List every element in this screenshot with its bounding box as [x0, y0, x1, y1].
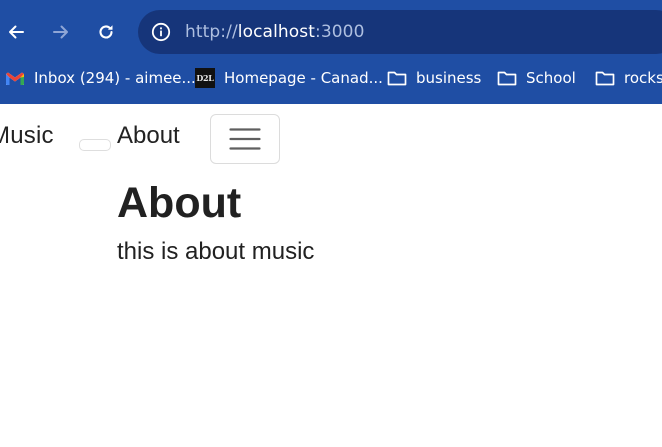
bookmark-inbox[interactable]: Inbox (294) - aimee....: [5, 67, 201, 89]
navbar-small-button[interactable]: [79, 139, 111, 151]
d2l-icon-text: D2L: [195, 68, 215, 88]
address-bar[interactable]: http://localhost:3000: [138, 10, 662, 54]
folder-icon: [387, 70, 407, 86]
reload-icon: [99, 25, 113, 39]
folder-icon: [595, 70, 615, 86]
bookmark-label: business: [416, 69, 482, 87]
navbar-brand[interactable]: Music: [0, 121, 54, 151]
forward-button[interactable]: [48, 19, 74, 45]
browser-chrome: http://localhost:3000 Inbox (294) - aime…: [0, 0, 662, 104]
url-text[interactable]: http://localhost:3000: [185, 21, 365, 43]
url-host: localhost: [237, 22, 315, 42]
main-content: About this is about music: [117, 176, 617, 267]
site-navbar: Music About: [0, 104, 662, 168]
arrow-left-icon: [9, 25, 24, 39]
info-icon[interactable]: [150, 21, 172, 43]
browser-toolbar: http://localhost:3000: [0, 0, 662, 62]
arrow-right-icon: [53, 25, 68, 39]
bookmark-rocks[interactable]: rocks: [595, 67, 662, 89]
reload-button[interactable]: [93, 19, 119, 45]
hamburger-menu-icon: [229, 128, 261, 150]
url-port: :3000: [315, 22, 365, 42]
bookmark-school[interactable]: School: [497, 67, 576, 89]
bookmarks-bar: Inbox (294) - aimee.... D2L Homepage - C…: [0, 62, 662, 94]
url-scheme: http://: [185, 22, 238, 42]
bookmark-label: Inbox (294) - aimee....: [34, 69, 201, 87]
bookmark-label: School: [526, 69, 576, 87]
back-button[interactable]: [3, 19, 29, 45]
nav-link-about[interactable]: About: [117, 121, 180, 151]
d2l-icon: D2L: [195, 68, 215, 88]
page-title: About: [117, 179, 242, 227]
navbar-toggler-button[interactable]: [210, 114, 280, 164]
page-description: this is about music: [117, 238, 315, 265]
bookmark-label: Homepage - Canad...: [224, 69, 383, 87]
folder-icon: [497, 70, 517, 86]
bookmark-business[interactable]: business: [387, 67, 481, 89]
bookmark-homepage[interactable]: D2L Homepage - Canad...: [195, 67, 383, 89]
gmail-icon: [5, 71, 25, 86]
bookmark-label: rocks: [624, 69, 662, 87]
